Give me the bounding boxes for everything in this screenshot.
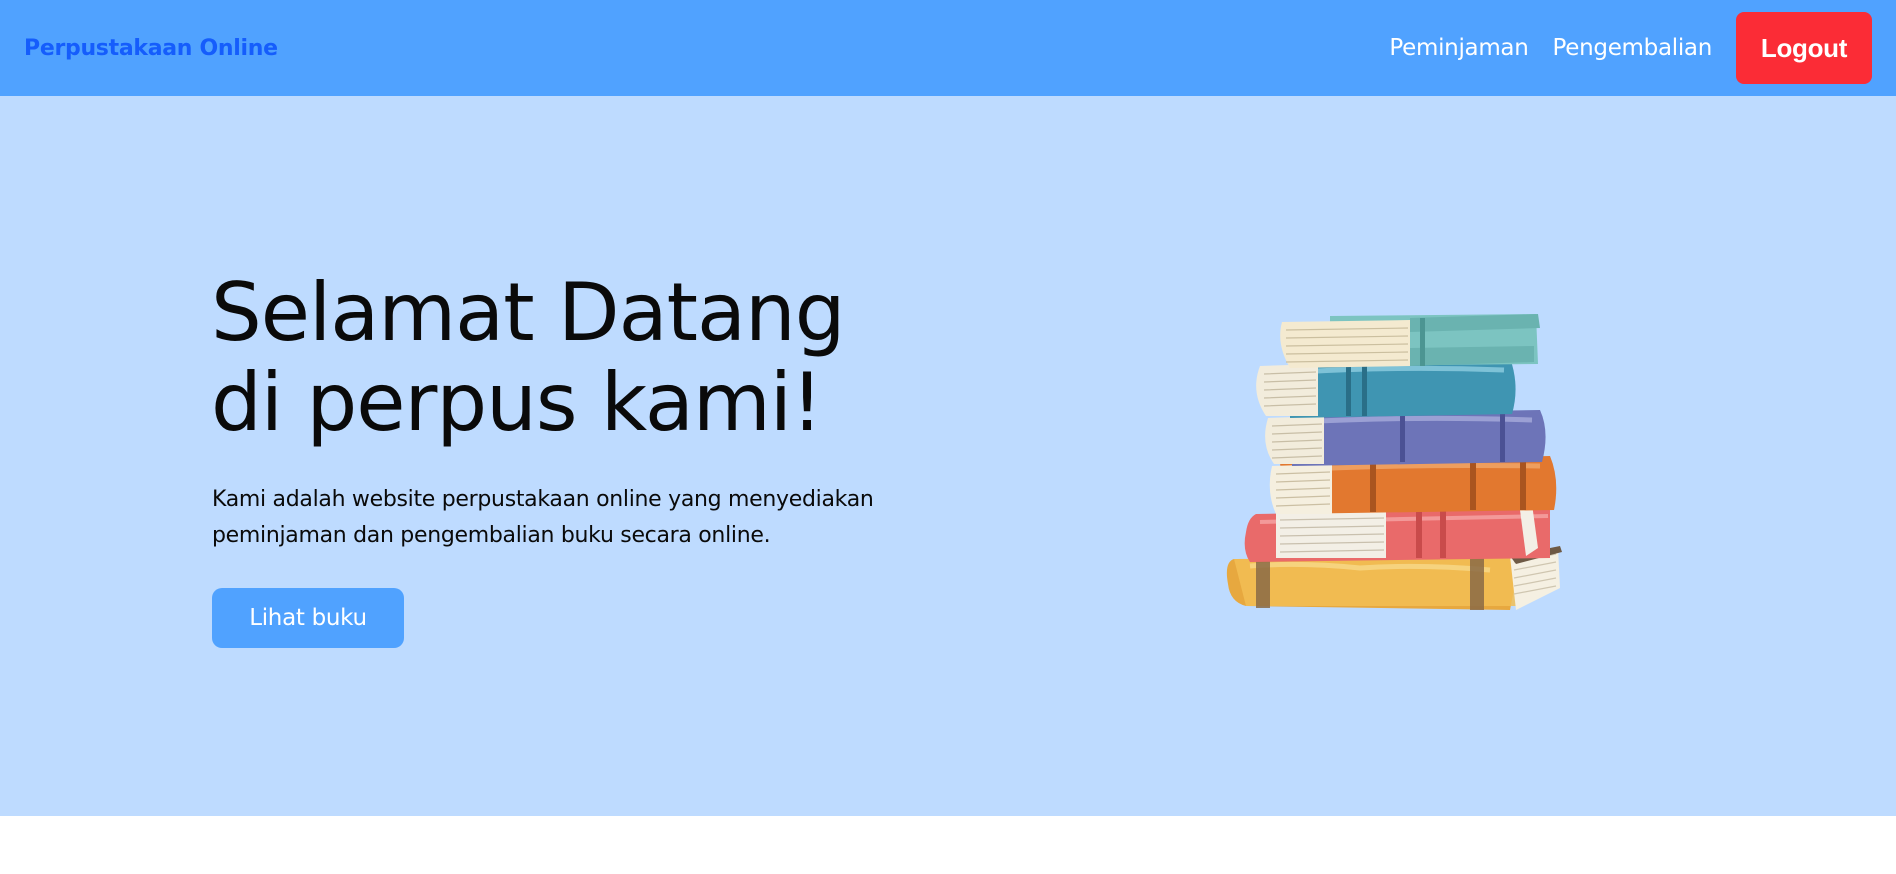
hero-title-line-2: di perpus kami! [211,356,823,449]
hero-title: Selamat Datang di perpus kami! [211,268,845,448]
book-mint [1280,314,1540,368]
hero-section: Selamat Datang di perpus kami! Kami adal… [0,96,1896,816]
book-stack-illustration [1226,314,1562,610]
nav-link-pengembalian[interactable]: Pengembalian [1553,35,1713,61]
book-purple [1265,410,1546,466]
navbar: Perpustakaan Online Peminjaman Pengembal… [0,0,1896,96]
hero-title-line-1: Selamat Datang [211,266,845,359]
hero-description: Kami adalah website perpustakaan online … [212,482,892,554]
nav-menu: Peminjaman Pengembalian Logout [1389,12,1872,84]
logout-button[interactable]: Logout [1736,12,1872,84]
nav-link-peminjaman[interactable]: Peminjaman [1389,35,1528,61]
brand-logo-text[interactable]: Perpustakaan Online [24,36,278,61]
hero-description-line-1: Kami adalah website perpustakaan online … [212,487,874,512]
view-books-button[interactable]: Lihat buku [212,588,404,648]
hero-description-line-2: peminjaman dan pengembalian buku secara … [212,523,771,548]
